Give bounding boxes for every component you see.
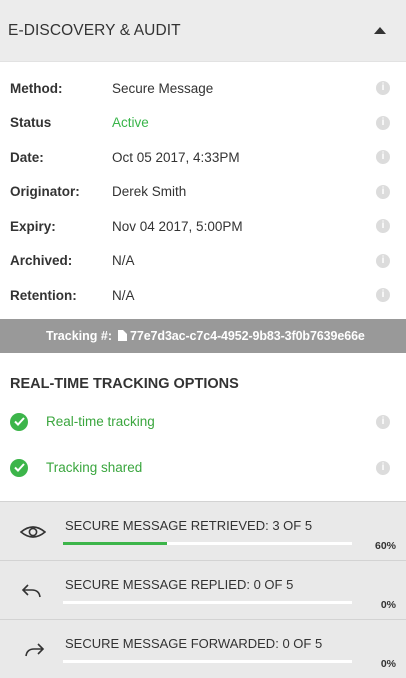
detail-value: N/A	[112, 253, 135, 269]
stat-forwarded: SECURE MESSAGE FORWARDED: 0 OF 5 0%	[0, 619, 406, 678]
detail-label: Archived:	[10, 253, 73, 269]
detail-row-status: Status Active i	[0, 106, 406, 141]
detail-value: Nov 04 2017, 5:00PM	[112, 218, 243, 234]
progress-bar	[63, 542, 352, 545]
detail-row-retention: Retention: N/A i	[0, 278, 406, 313]
realtime-option-label: Tracking shared	[46, 460, 143, 475]
detail-label: Status	[10, 115, 52, 131]
stat-percent: 0%	[380, 658, 396, 670]
info-icon[interactable]: i	[376, 184, 390, 199]
detail-label: Method:	[10, 80, 63, 96]
tracking-id[interactable]: 77e7d3ac-c7c4-4952-9b83-3f0b7639e66e	[130, 329, 365, 343]
detail-value: Secure Message	[112, 80, 214, 96]
stat-label: SECURE MESSAGE RETRIEVED: 3 OF 5	[65, 518, 313, 533]
reply-arrow-icon	[21, 584, 41, 598]
realtime-option-label: Real-time tracking	[46, 414, 155, 429]
stat-label: SECURE MESSAGE REPLIED: 0 OF 5	[65, 577, 294, 592]
info-icon[interactable]: i	[376, 150, 390, 165]
stat-count: 0 OF 5	[253, 577, 294, 592]
stat-label: SECURE MESSAGE FORWARDED: 0 OF 5	[65, 636, 323, 651]
detail-label: Expiry:	[10, 218, 56, 234]
detail-row-originator: Originator: Derek Smith i	[0, 175, 406, 210]
progress-bar	[63, 660, 352, 663]
message-stats: SECURE MESSAGE RETRIEVED: 3 OF 5 60% SEC…	[0, 501, 406, 678]
info-icon[interactable]: i	[376, 414, 390, 429]
detail-value: Oct 05 2017, 4:33PM	[112, 149, 240, 165]
info-icon[interactable]: i	[376, 81, 390, 96]
panel-header[interactable]: E-DISCOVERY & AUDIT	[0, 0, 406, 62]
detail-value: N/A	[112, 287, 135, 303]
stat-percent: 60%	[374, 540, 396, 552]
details-list: Method: Secure Message i Status Active i…	[0, 62, 406, 313]
stat-percent: 0%	[380, 599, 396, 611]
info-icon[interactable]: i	[376, 288, 390, 303]
detail-label: Date:	[10, 149, 44, 165]
detail-value: Derek Smith	[112, 184, 187, 200]
detail-label: Retention:	[10, 287, 77, 303]
detail-row-expiry: Expiry: Nov 04 2017, 5:00PM i	[0, 209, 406, 244]
detail-row-date: Date: Oct 05 2017, 4:33PM i	[0, 140, 406, 175]
realtime-option-tracking[interactable]: Real-time tracking i	[0, 399, 406, 445]
chevron-up-icon[interactable]	[374, 27, 386, 34]
eye-icon	[20, 526, 46, 538]
info-icon[interactable]: i	[376, 253, 390, 268]
stat-count: 0 OF 5	[282, 636, 323, 651]
realtime-option-shared[interactable]: Tracking shared i	[0, 445, 406, 491]
detail-label: Originator:	[10, 184, 80, 200]
status-value: Active	[112, 115, 149, 131]
realtime-section-title: REAL-TIME TRACKING OPTIONS	[10, 375, 239, 392]
stat-count: 3 OF 5	[272, 518, 313, 533]
forward-arrow-icon	[25, 643, 45, 657]
tracking-bar: Tracking #: 77e7d3ac-c7c4-4952-9b83-3f0b…	[0, 318, 406, 353]
stat-replied: SECURE MESSAGE REPLIED: 0 OF 5 0%	[0, 560, 406, 619]
info-icon[interactable]: i	[376, 219, 390, 234]
info-icon[interactable]: i	[376, 460, 390, 475]
checkmark-icon[interactable]	[10, 458, 28, 477]
stat-retrieved: SECURE MESSAGE RETRIEVED: 3 OF 5 60%	[0, 501, 406, 560]
info-icon[interactable]: i	[376, 115, 390, 130]
detail-row-archived: Archived: N/A i	[0, 244, 406, 279]
panel-title: E-DISCOVERY & AUDIT	[8, 21, 181, 39]
checkmark-icon[interactable]	[10, 412, 28, 431]
e-discovery-audit-panel: E-DISCOVERY & AUDIT Method: Secure Messa…	[0, 0, 406, 678]
progress-fill	[63, 542, 168, 545]
tracking-label: Tracking #:	[46, 328, 112, 343]
detail-row-method: Method: Secure Message i	[0, 71, 406, 106]
document-icon	[118, 330, 127, 341]
progress-bar	[63, 601, 352, 604]
